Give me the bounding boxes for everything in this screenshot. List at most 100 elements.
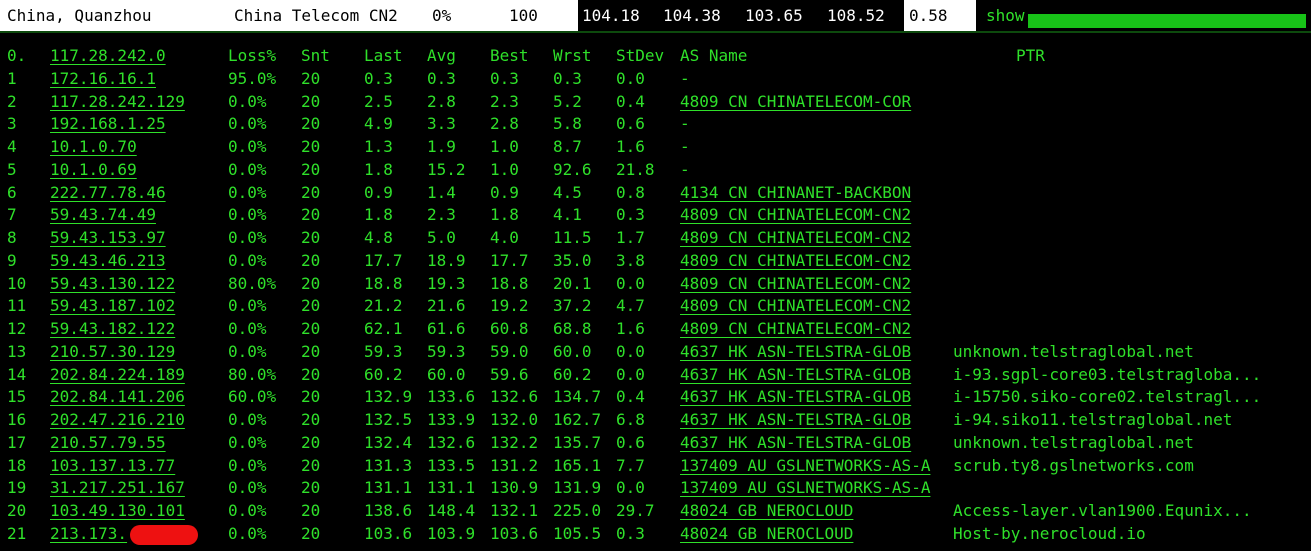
- header-wrst: Wrst: [553, 46, 592, 65]
- hop-sent: 20: [301, 455, 321, 475]
- hop-host-link[interactable]: 103.137.13.77: [50, 455, 175, 477]
- progress-fill: [1028, 14, 1306, 28]
- hop-as-name[interactable]: 48024 GB NEROCLOUD: [680, 523, 853, 545]
- hop-stdev: 0.0: [616, 68, 645, 88]
- header-loss: Loss%: [228, 46, 277, 65]
- table-row: 20 103.49.130.101 0.0% 20 138.6 148.4 132.1 225…: [0, 500, 1311, 523]
- hop-last: 131.1: [364, 478, 413, 498]
- hop-as-name[interactable]: 4637 HK ASN-TELSTRA-GLOB: [680, 432, 911, 454]
- summary-info-segment: China, Quanzhou China Telecom CN2 0% 100: [0, 0, 578, 31]
- hop-avg: 60.0: [427, 364, 466, 384]
- hop-as-name[interactable]: 137409 AU GSLNETWORKS-AS-A: [680, 477, 930, 499]
- table-row: 12 59.43.182.122 0.0% 20 62.1 61.6 60.8 68.8 1.6…: [0, 318, 1311, 341]
- hop-last: 0.3: [364, 68, 393, 88]
- hop-worst: 134.7: [553, 387, 602, 407]
- show-link[interactable]: show: [986, 0, 1025, 31]
- hop-number: 14: [7, 364, 27, 384]
- hop-best: 0.9: [490, 182, 519, 202]
- summary-last: 104.18: [582, 6, 640, 25]
- hop-sent: 20: [301, 182, 321, 202]
- header-as-name: AS Name: [680, 46, 748, 65]
- hop-worst: 131.9: [553, 478, 602, 498]
- hop-as-name[interactable]: 4809 CN CHINATELECOM-CN2: [680, 318, 911, 340]
- hop-as-name[interactable]: 4637 HK ASN-TELSTRA-GLOB: [680, 409, 911, 431]
- hop-stdev: 0.4: [616, 387, 645, 407]
- hop-host-link[interactable]: 59.43.187.102: [50, 295, 175, 317]
- hop-host-link[interactable]: 172.16.16.1: [50, 68, 156, 90]
- hop-loss: 0.0%: [228, 182, 267, 202]
- hop-host-link[interactable]: 103.49.130.101: [50, 500, 185, 522]
- hop-as-name[interactable]: 4809 CN CHINATELECOM-CN2: [680, 227, 911, 249]
- hop-host-link[interactable]: 202.84.141.206: [50, 386, 185, 408]
- hop-host-link[interactable]: 213.173.: [50, 523, 127, 545]
- hop-last: 2.5: [364, 91, 393, 111]
- hop-host-link[interactable]: 222.77.78.46: [50, 182, 166, 204]
- hop-as-name[interactable]: 4637 HK ASN-TELSTRA-GLOB: [680, 341, 911, 363]
- hop-best: 103.6: [490, 523, 539, 543]
- hop-as-name[interactable]: 4809 CN CHINATELECOM-CN2: [680, 295, 911, 317]
- hop-host-link[interactable]: 31.217.251.167: [50, 477, 185, 499]
- header-snt: Snt: [301, 46, 330, 65]
- hop-as-name: -: [680, 159, 690, 179]
- hop-host-link[interactable]: 117.28.242.129: [50, 91, 185, 113]
- hop-host-link[interactable]: 10.1.0.69: [50, 159, 137, 181]
- hop-last: 18.8: [364, 273, 403, 293]
- hop-number: 3: [7, 114, 17, 134]
- table-row: 2 117.28.242.129 0.0% 20 2.5 2.8 2.3 5.2 0.4 4809…: [0, 91, 1311, 114]
- table-row: 19 31.217.251.167 0.0% 20 131.1 131.1 130.9 131…: [0, 477, 1311, 500]
- hop-host-link[interactable]: 202.47.216.210: [50, 409, 185, 431]
- hop-worst: 35.0: [553, 250, 592, 270]
- hop-host-link[interactable]: 59.43.182.122: [50, 318, 175, 340]
- header-stdev: StDev: [616, 46, 665, 65]
- hop-as-name[interactable]: 4809 CN CHINATELECOM-CN2: [680, 250, 911, 272]
- hop-worst: 37.2: [553, 296, 592, 316]
- hop-as-name[interactable]: 4637 HK ASN-TELSTRA-GLOB: [680, 364, 911, 386]
- hop-host-link[interactable]: 59.43.74.49: [50, 204, 156, 226]
- hop-as-name[interactable]: 4809 CN CHINATELECOM-COR: [680, 91, 911, 113]
- hop-loss: 0.0%: [228, 91, 267, 111]
- hop-as-name[interactable]: 4809 CN CHINATELECOM-CN2: [680, 204, 911, 226]
- hop-host-link[interactable]: 210.57.30.129: [50, 341, 175, 363]
- header-last: Last: [364, 46, 403, 65]
- hop-avg: 2.8: [427, 91, 456, 111]
- hop-sent: 20: [301, 387, 321, 407]
- header-origin-host[interactable]: 117.28.242.0: [50, 45, 166, 67]
- table-row: 13 210.57.30.129 0.0% 20 59.3 59.3 59.0 60.0 0.0…: [0, 341, 1311, 364]
- hop-ptr: i-94.siko11.telstraglobal.net: [953, 410, 1233, 429]
- hop-avg: 148.4: [427, 501, 476, 520]
- hop-host-link[interactable]: 10.1.0.70: [50, 136, 137, 158]
- hop-last: 138.6: [364, 501, 413, 520]
- hop-avg: 2.3: [427, 205, 456, 225]
- hop-loss: 0.0%: [228, 319, 267, 338]
- hop-stdev: 1.7: [616, 228, 645, 247]
- hop-loss: 0.0%: [228, 410, 267, 429]
- hop-stdev: 1.6: [616, 319, 645, 338]
- hop-ptr: i-15750.siko-core02.telstragl...: [953, 387, 1262, 407]
- hop-number: 21: [7, 523, 27, 543]
- hop-avg: 1.4: [427, 182, 456, 202]
- hop-avg: 133.6: [427, 387, 476, 407]
- summary-latency-segment: 104.18 104.38 103.65 108.52: [578, 0, 904, 31]
- hop-host-link[interactable]: 59.43.46.213: [50, 250, 166, 272]
- hop-best: 60.8: [490, 319, 529, 338]
- hop-worst: 5.8: [553, 114, 582, 134]
- hop-host-link[interactable]: 202.84.224.189: [50, 364, 185, 386]
- hop-worst: 4.1: [553, 205, 582, 225]
- hop-stdev: 0.0: [616, 273, 645, 293]
- hop-host-link[interactable]: 192.168.1.25: [50, 113, 166, 135]
- table-row: 17 210.57.79.55 0.0% 20 132.4 132.6 132.2 135.7…: [0, 432, 1311, 455]
- hop-number: 11: [7, 296, 27, 316]
- hop-loss: 0.0%: [228, 159, 267, 179]
- hop-host-link[interactable]: 59.43.153.97: [50, 227, 166, 249]
- hop-host-link[interactable]: 210.57.79.55: [50, 432, 166, 454]
- hop-as-name[interactable]: 4134 CN CHINANET-BACKBON: [680, 182, 911, 204]
- summary-stdev: 0.58: [909, 6, 948, 25]
- hop-as-name[interactable]: 137409 AU GSLNETWORKS-AS-A: [680, 455, 930, 477]
- hop-as-name[interactable]: 4637 HK ASN-TELSTRA-GLOB: [680, 386, 911, 408]
- hop-sent: 20: [301, 228, 321, 247]
- hop-as-name[interactable]: 4809 CN CHINATELECOM-CN2: [680, 273, 911, 295]
- hop-as-name[interactable]: 48024 GB NEROCLOUD: [680, 500, 853, 522]
- hop-worst: 60.2: [553, 364, 592, 384]
- table-row: 9 59.43.46.213 0.0% 20 17.7 18.9 17.7 35.0 3.8 48…: [0, 250, 1311, 273]
- hop-host-link[interactable]: 59.43.130.122: [50, 273, 175, 295]
